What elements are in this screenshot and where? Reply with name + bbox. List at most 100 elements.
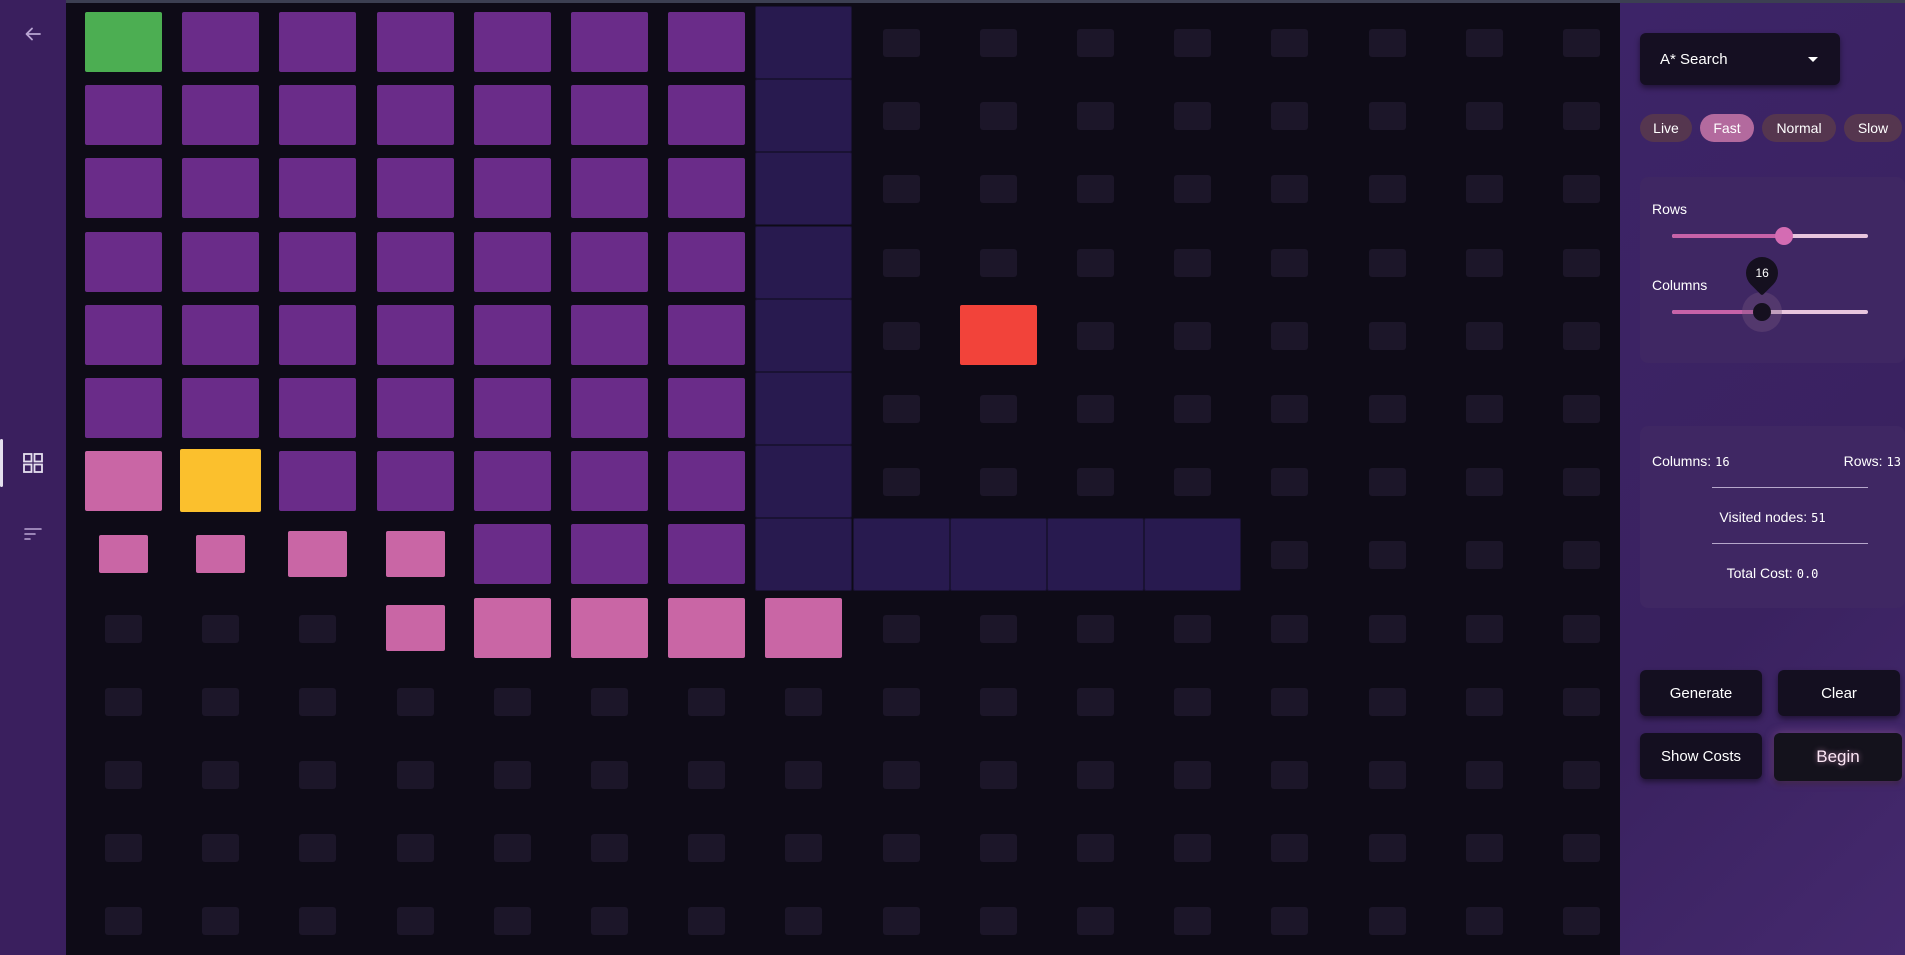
show-costs-button[interactable]: Show Costs [1640, 733, 1762, 779]
cell-empty[interactable] [1047, 372, 1144, 445]
speed-chip-live[interactable]: Live [1640, 114, 1692, 142]
cell-frontier[interactable] [1047, 518, 1144, 592]
cell-empty[interactable] [1241, 6, 1338, 79]
cell-frontier[interactable] [755, 518, 853, 592]
cell-empty[interactable] [1436, 79, 1533, 152]
back-button[interactable] [0, 10, 66, 58]
cell-empty[interactable] [1144, 372, 1241, 445]
cell-empty[interactable] [853, 226, 950, 299]
cell-empty[interactable] [1436, 811, 1533, 884]
cell-empty[interactable] [367, 884, 464, 955]
cell-empty[interactable] [1241, 811, 1338, 884]
cell-empty[interactable] [172, 592, 269, 665]
cell-empty[interactable] [1533, 299, 1630, 372]
cell-empty[interactable] [1144, 445, 1241, 518]
cell-empty[interactable] [1144, 884, 1241, 955]
cell-empty[interactable] [1436, 6, 1533, 79]
cell-visited[interactable] [172, 79, 269, 152]
cell-empty[interactable] [1436, 445, 1533, 518]
cell-empty[interactable] [1241, 372, 1338, 445]
cell-empty[interactable] [1436, 372, 1533, 445]
cell-visited[interactable] [269, 152, 366, 225]
cell-visited[interactable] [367, 226, 464, 299]
cell-empty[interactable] [1047, 152, 1144, 225]
cell-empty[interactable] [853, 372, 950, 445]
cell-empty[interactable] [853, 152, 950, 225]
cell-empty[interactable] [950, 738, 1047, 811]
cell-empty[interactable] [1339, 592, 1436, 665]
cell-frontier[interactable] [755, 225, 853, 299]
pathfinding-grid[interactable] [66, 0, 1620, 955]
cell-empty[interactable] [1533, 738, 1630, 811]
cell-visited[interactable] [658, 79, 755, 152]
cell-empty[interactable] [1339, 665, 1436, 738]
cell-visited[interactable] [172, 299, 269, 372]
cell-frontier[interactable] [755, 79, 853, 153]
cell-empty[interactable] [1144, 226, 1241, 299]
cell-empty[interactable] [1241, 738, 1338, 811]
cell-empty[interactable] [1241, 665, 1338, 738]
cell-empty[interactable] [1241, 592, 1338, 665]
cell-visited[interactable] [561, 6, 658, 79]
cell-visited[interactable] [464, 79, 561, 152]
cell-empty[interactable] [1533, 884, 1630, 955]
cell-visited[interactable] [75, 79, 172, 152]
cell-empty[interactable] [75, 738, 172, 811]
cell-empty[interactable] [464, 665, 561, 738]
cell-empty[interactable] [561, 738, 658, 811]
cell-empty[interactable] [1533, 79, 1630, 152]
clear-button[interactable]: Clear [1778, 670, 1900, 716]
cell-empty[interactable] [853, 79, 950, 152]
cell-visited[interactable] [367, 445, 464, 518]
cell-empty[interactable] [75, 811, 172, 884]
cell-empty[interactable] [853, 6, 950, 79]
cell-visited[interactable] [658, 518, 755, 591]
cell-empty[interactable] [755, 738, 852, 811]
cell-empty[interactable] [464, 738, 561, 811]
cell-empty[interactable] [1144, 811, 1241, 884]
cell-frontier[interactable] [852, 518, 950, 592]
cell-empty[interactable] [658, 884, 755, 955]
cell-empty[interactable] [950, 592, 1047, 665]
grid-view-button[interactable] [0, 439, 66, 487]
cell-visited[interactable] [269, 226, 366, 299]
cell-frontier[interactable] [949, 518, 1047, 592]
cell-visited[interactable] [464, 226, 561, 299]
cell-empty[interactable] [367, 738, 464, 811]
cell-frontier[interactable] [1144, 518, 1242, 592]
cell-empty[interactable] [658, 738, 755, 811]
cell-empty[interactable] [172, 665, 269, 738]
cell-empty[interactable] [1241, 445, 1338, 518]
cell-empty[interactable] [1533, 665, 1630, 738]
cell-visited[interactable] [75, 299, 172, 372]
cell-empty[interactable] [950, 811, 1047, 884]
cell-empty[interactable] [853, 445, 950, 518]
cell-visited[interactable] [561, 226, 658, 299]
cell-empty[interactable] [269, 811, 366, 884]
cell-empty[interactable] [269, 665, 366, 738]
cell-empty[interactable] [1533, 518, 1630, 591]
cell-empty[interactable] [658, 665, 755, 738]
cell-empty[interactable] [1436, 152, 1533, 225]
cell-empty[interactable] [1533, 372, 1630, 445]
cell-empty[interactable] [172, 884, 269, 955]
cell-empty[interactable] [1241, 79, 1338, 152]
cell-path[interactable] [367, 592, 464, 665]
cell-empty[interactable] [1047, 592, 1144, 665]
cell-empty[interactable] [1047, 445, 1144, 518]
cell-empty[interactable] [950, 884, 1047, 955]
cell-visited[interactable] [464, 6, 561, 79]
cell-visited[interactable] [269, 79, 366, 152]
cell-empty[interactable] [75, 665, 172, 738]
cell-visited[interactable] [75, 372, 172, 445]
cell-visited[interactable] [658, 445, 755, 518]
cell-empty[interactable] [1339, 6, 1436, 79]
cell-empty[interactable] [1436, 226, 1533, 299]
cell-current[interactable] [172, 445, 269, 518]
cell-visited[interactable] [172, 6, 269, 79]
cell-visited[interactable] [464, 372, 561, 445]
cell-visited[interactable] [172, 226, 269, 299]
cell-empty[interactable] [1047, 884, 1144, 955]
algorithm-select[interactable]: A* Search [1640, 33, 1840, 85]
cell-visited[interactable] [561, 79, 658, 152]
